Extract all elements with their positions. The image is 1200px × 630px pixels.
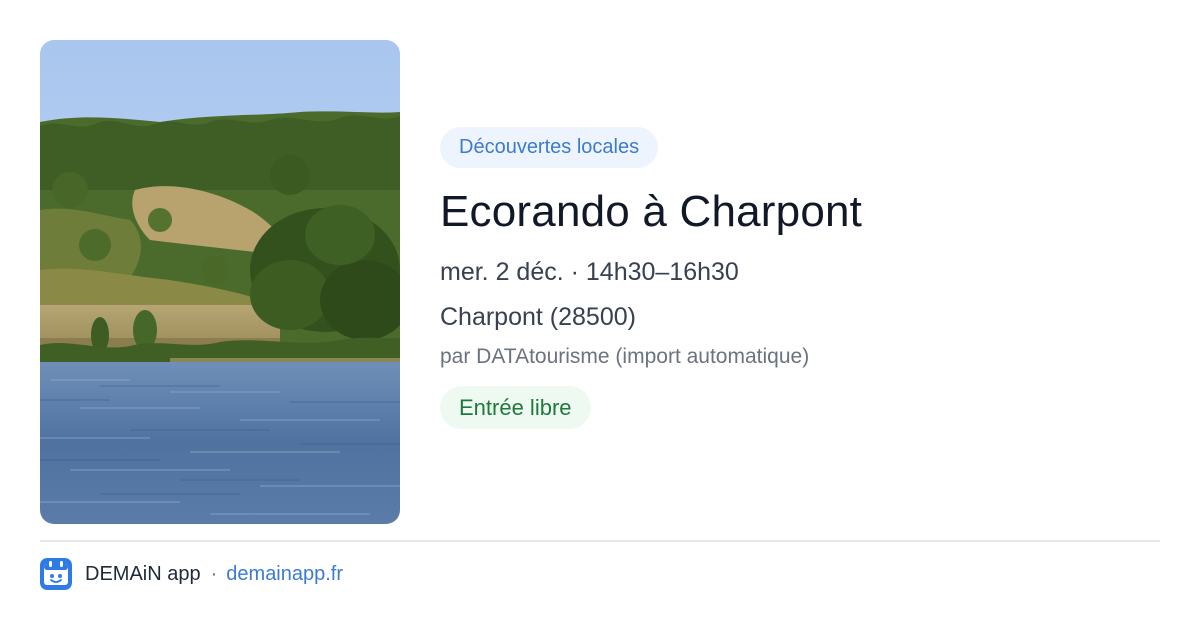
lake-landscape-photo	[40, 40, 400, 524]
event-location: Charpont (28500)	[440, 303, 636, 331]
app-website-link[interactable]: demainapp.fr	[226, 563, 343, 586]
event-info: Découvertes locales Ecorando à Charpont …	[440, 127, 1140, 429]
demain-app-logo-icon[interactable]	[40, 558, 72, 590]
event-title[interactable]: Ecorando à Charpont	[440, 185, 1140, 239]
footer-divider	[40, 540, 1160, 542]
footer-separator: ·	[210, 562, 218, 585]
event-source: par DATAtourisme (import automatique)	[440, 345, 810, 368]
footer: DEMAiN app · demainapp.fr	[40, 558, 343, 590]
event-photo	[40, 40, 400, 524]
price-badge: Entrée libre	[440, 386, 591, 429]
event-datetime: mer. 2 déc. · 14h30–16h30	[440, 258, 739, 286]
category-badge[interactable]: Découvertes locales	[440, 127, 659, 168]
app-name: DEMAiN app	[85, 562, 201, 585]
event-card[interactable]: Découvertes locales Ecorando à Charpont …	[40, 40, 1160, 524]
